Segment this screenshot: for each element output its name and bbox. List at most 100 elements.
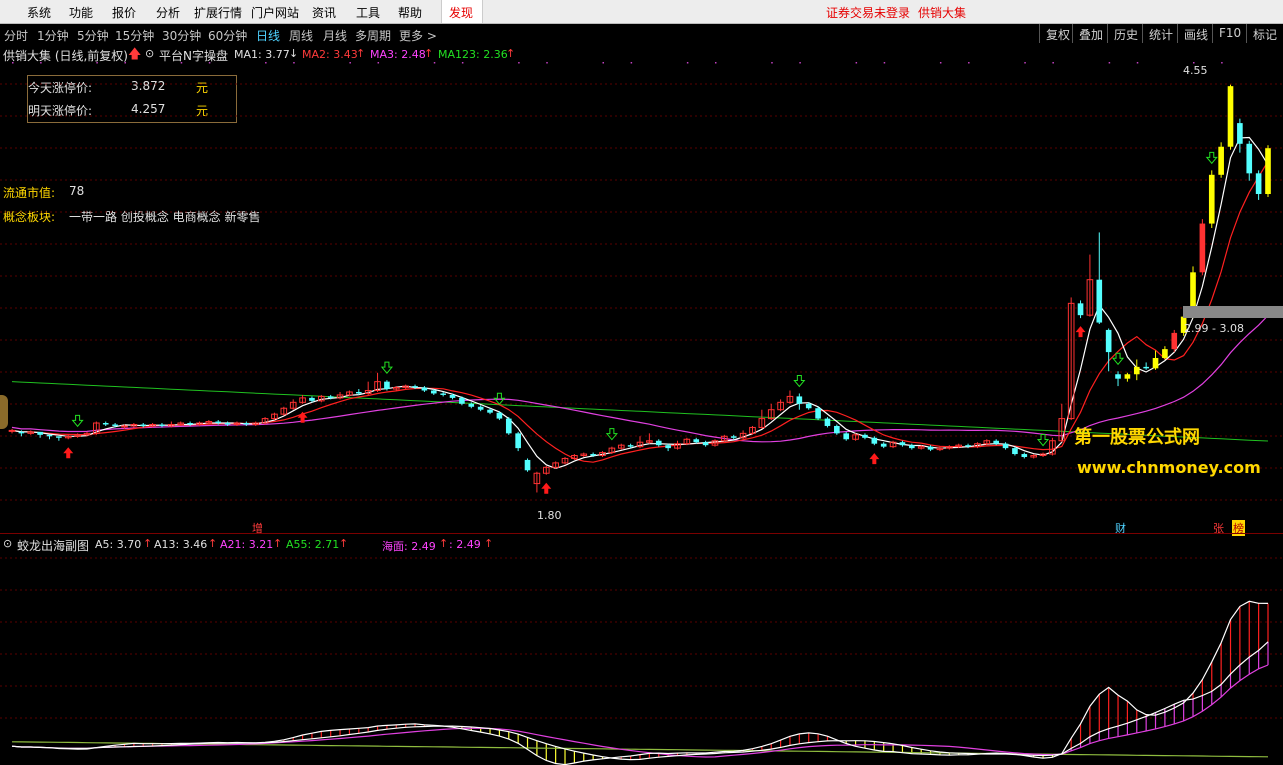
button-history[interactable]: 历史 [1107, 24, 1144, 43]
candle-body [627, 445, 634, 447]
candle-body [909, 445, 915, 449]
signal-dot [1221, 62, 1223, 64]
signal-dot [855, 62, 858, 64]
period-weekly[interactable]: 周线 [289, 27, 313, 44]
button-fuquan[interactable]: 复权 [1039, 24, 1076, 43]
period-daily[interactable]: 日线 [256, 27, 280, 44]
button-mark[interactable]: 标记 [1246, 24, 1283, 43]
signal-dot [1108, 62, 1111, 64]
candle-body [1237, 123, 1243, 144]
candle-body [1143, 366, 1149, 369]
menu-help[interactable]: 帮助 [398, 4, 422, 21]
candle-body [140, 424, 147, 426]
candle-body [871, 437, 878, 444]
candle-body [1218, 146, 1224, 175]
signal-dot [180, 62, 183, 64]
menu-news[interactable]: 资讯 [312, 4, 336, 21]
menu-analysis[interactable]: 分析 [156, 4, 180, 21]
candle-body [702, 442, 709, 446]
candle-body [56, 436, 62, 438]
candle-body [309, 397, 315, 401]
signal-dot [96, 62, 98, 64]
sell-arrow-icon [71, 414, 84, 428]
period-more[interactable]: 更多 > [399, 27, 437, 44]
menu-portal[interactable]: 门户网站 [251, 4, 299, 21]
menu-system[interactable]: 系统 [27, 4, 51, 21]
a13-line [11, 641, 1269, 761]
scroll-handle[interactable] [0, 395, 8, 429]
period-monthly[interactable]: 月线 [323, 27, 347, 44]
candle-body [524, 459, 531, 471]
sell-arrow-icon [605, 428, 618, 441]
ma1-line [11, 136, 1269, 470]
candle-body [215, 421, 222, 424]
candle-body [430, 390, 437, 394]
candle-body [834, 425, 840, 434]
candle-body [243, 423, 250, 425]
candle-body [459, 397, 465, 404]
menu-discover[interactable]: 发现 [449, 4, 473, 21]
period-5min[interactable]: 5分钟 [77, 27, 109, 44]
candle-body [1208, 174, 1215, 224]
button-draw[interactable]: 画线 [1177, 24, 1214, 43]
candle-body [1124, 374, 1131, 379]
candle-body [1002, 443, 1009, 449]
sell-arrow-icon [793, 374, 806, 388]
signal-dot [1024, 62, 1026, 64]
candle-body [927, 446, 934, 450]
period-tick[interactable]: 分时 [4, 27, 28, 44]
login-status[interactable]: 证券交易未登录 [826, 4, 910, 21]
candle-body [1012, 448, 1018, 455]
candle-body [730, 436, 737, 438]
signal-dot [40, 62, 42, 64]
menu-tools[interactable]: 工具 [356, 4, 380, 21]
candle-body [655, 440, 662, 446]
signal-dot [602, 62, 605, 64]
candle-body [102, 423, 109, 425]
button-stats[interactable]: 统计 [1142, 24, 1179, 43]
signal-dot [771, 62, 773, 64]
candle-body [1162, 349, 1168, 359]
candle-body [1199, 223, 1206, 273]
signal-dot [883, 62, 886, 64]
menu-function[interactable]: 功能 [69, 4, 93, 21]
period-multi[interactable]: 多周期 [355, 27, 391, 44]
signal-dot [686, 62, 689, 64]
signal-dot [265, 62, 267, 64]
signal-dot [799, 62, 801, 64]
signal-dot [939, 62, 942, 64]
brand-name: 供销大集 [918, 6, 967, 20]
candle-body [880, 443, 887, 447]
candle-body [1152, 358, 1159, 369]
signal-dot [433, 62, 436, 64]
signal-dot [518, 62, 520, 64]
period-1min[interactable]: 1分钟 [37, 27, 69, 44]
candle-body [487, 409, 493, 413]
period-60min[interactable]: 60分钟 [208, 27, 247, 44]
candle-body [121, 425, 128, 428]
candle-body [824, 418, 831, 426]
period-30min[interactable]: 30分钟 [162, 27, 201, 44]
low-price-label: 1.80 [537, 509, 562, 522]
candle-body [1133, 366, 1140, 375]
menu-quote[interactable]: 报价 [112, 4, 136, 21]
range-band [1183, 306, 1283, 318]
candle-body [1096, 279, 1103, 323]
signal-dot [208, 62, 211, 64]
signal-dot [377, 62, 380, 64]
candle-body [8, 429, 16, 432]
button-f10[interactable]: F10 [1212, 24, 1247, 43]
button-overlay[interactable]: 叠加 [1072, 24, 1109, 43]
watermark-url: www.chnmoney.com [1077, 458, 1261, 477]
candle-body [862, 434, 868, 438]
sub-indicator-chart[interactable] [0, 534, 1283, 765]
period-15min[interactable]: 15分钟 [115, 27, 154, 44]
candle-body [796, 396, 803, 404]
candle-body [159, 424, 165, 426]
candle-body [1255, 173, 1262, 195]
signal-dot [1136, 62, 1139, 64]
high-price-label: 4.55 [1183, 64, 1208, 77]
menu-extended-quote[interactable]: 扩展行情 [194, 4, 242, 21]
candle-body [112, 424, 118, 426]
signal-dot [12, 62, 14, 64]
